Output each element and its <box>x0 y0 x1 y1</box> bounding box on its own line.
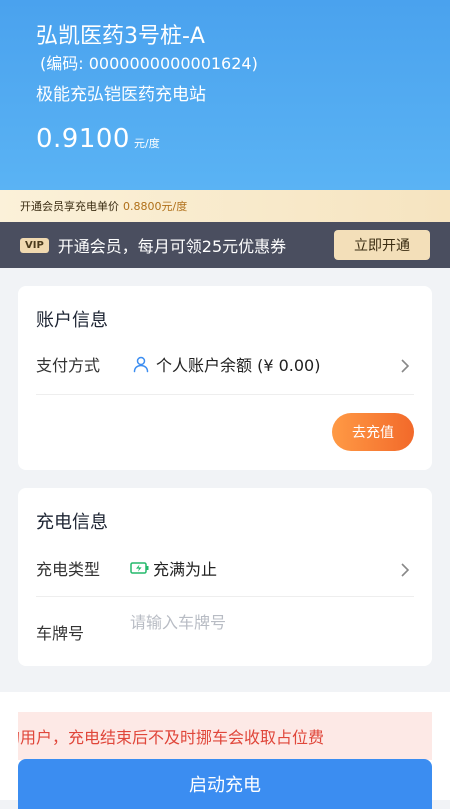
charge-info-card: 充电信息 充电类型 充满为止 车牌号 <box>18 488 432 666</box>
charge-card-title: 充电信息 <box>36 512 108 533</box>
open-membership-button[interactable]: 立即开通 <box>334 230 430 260</box>
chevron-right-icon <box>400 562 410 577</box>
vip-banner: VIP 开通会员，每月可领25元优惠券 立即开通 <box>0 222 450 268</box>
charge-type-value: 充满为止 <box>130 556 217 580</box>
chevron-right-icon <box>400 358 410 373</box>
price-unit: 元/度 <box>133 137 160 150</box>
charge-type-text: 充满为止 <box>153 560 218 579</box>
battery-charging-icon <box>130 560 150 576</box>
plate-number-label: 车牌号 <box>36 624 85 643</box>
bottom-panel: 的用户，充电结束后不及时挪车会收取占位费 启动充电 <box>0 692 450 809</box>
station-code: (编码: 0000000000001624) <box>40 54 258 73</box>
station-title: 弘凯医药3号桩-A <box>36 24 205 49</box>
start-charging-button[interactable]: 启动充电 <box>18 759 432 809</box>
vip-badge: VIP <box>20 237 49 253</box>
payment-method-label: 支付方式 <box>36 356 101 375</box>
price-display: 0.9100 元/度 <box>36 124 160 154</box>
payment-method-value: 个人账户余额 (¥ 0.00) <box>132 352 320 376</box>
divider <box>36 596 414 597</box>
person-icon <box>132 355 150 373</box>
charge-type-row[interactable]: 充电类型 充满为止 <box>18 548 432 584</box>
account-card-title: 账户信息 <box>36 310 108 331</box>
payment-method-text: 个人账户余额 (¥ 0.00) <box>156 356 321 375</box>
divider <box>36 394 414 395</box>
station-name: 极能充弘铠医药充电站 <box>36 85 206 105</box>
occupancy-fee-notice: 的用户，充电结束后不及时挪车会收取占位费 <box>18 712 432 760</box>
notice-text: 的用户，充电结束后不及时挪车会收取占位费 <box>18 728 325 747</box>
vip-promo-text: 开通会员，每月可领25元优惠券 <box>57 237 287 256</box>
member-price-value: 0.8800元/度 <box>123 200 188 213</box>
member-price-label: 开通会员享充电单价 <box>20 200 119 213</box>
unit-price: 0.9100 <box>36 124 130 154</box>
charge-type-label: 充电类型 <box>36 560 101 579</box>
account-card: 账户信息 支付方式 个人账户余额 (¥ 0.00) 去充值 <box>18 286 432 470</box>
payment-method-row[interactable]: 支付方式 个人账户余额 (¥ 0.00) <box>18 344 432 380</box>
recharge-button[interactable]: 去充值 <box>332 413 414 451</box>
plate-number-input[interactable] <box>128 606 372 638</box>
member-price-strip: 开通会员享充电单价 0.8800元/度 <box>0 190 450 222</box>
station-header: 弘凯医药3号桩-A (编码: 0000000000001624) 极能充弘铠医药… <box>0 0 450 190</box>
